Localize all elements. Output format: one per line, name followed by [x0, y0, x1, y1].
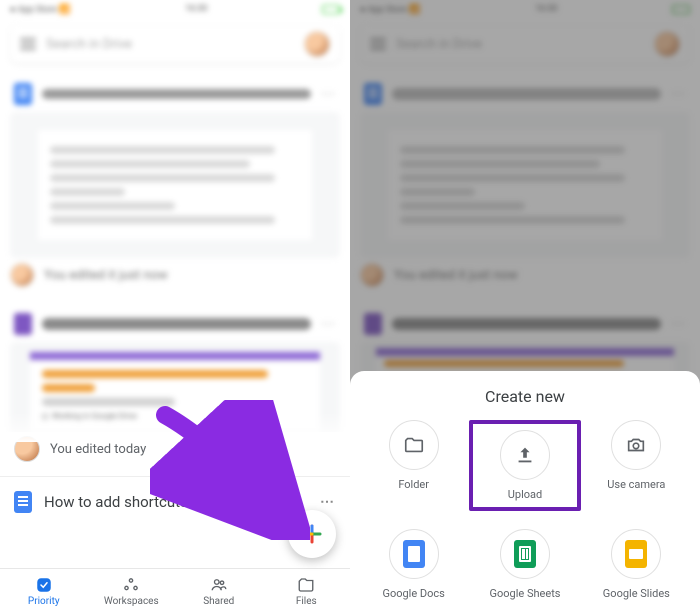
camera-icon: [625, 434, 647, 456]
bottom-tab-bar: Priority Workspaces Shared Files: [0, 568, 350, 614]
docs-icon: [14, 491, 32, 513]
doc-thumbnail[interactable]: [10, 112, 340, 258]
shared-icon: [209, 576, 229, 594]
docs-icon: [14, 83, 32, 105]
plus-icon: [300, 522, 324, 546]
option-google-slides[interactable]: Google Slides: [581, 529, 692, 600]
more-icon[interactable]: ⋯: [321, 316, 336, 332]
create-fab[interactable]: [288, 510, 336, 558]
forms-icon: [14, 313, 32, 335]
create-new-sheet: Create new Folder Upload: [350, 371, 700, 614]
activity-row: You edited it just now: [10, 258, 340, 292]
google-sheets-icon: [514, 540, 536, 568]
sheet-title: Create new: [358, 387, 692, 406]
workspaces-icon: [121, 576, 141, 594]
priority-icon: [34, 576, 54, 594]
search-bar[interactable]: Search in Drive: [10, 25, 340, 63]
status-bar: ● App Store 📶16:30: [0, 0, 350, 18]
menu-icon[interactable]: [20, 38, 36, 50]
google-docs-icon: [403, 540, 425, 568]
option-folder[interactable]: Folder: [358, 420, 469, 511]
tab-priority[interactable]: Priority: [0, 569, 88, 614]
screenshot-after: ● App Store 📶16:30 Search in Drive ⋯: [350, 0, 700, 614]
account-avatar[interactable]: [304, 31, 330, 57]
files-icon: [296, 576, 316, 594]
more-icon[interactable]: ⋯: [321, 86, 336, 102]
google-slides-icon: [625, 540, 647, 568]
tab-files[interactable]: Files: [263, 569, 351, 614]
file-row-form[interactable]: ⋯: [10, 310, 340, 338]
upload-icon: [514, 444, 536, 466]
tab-shared[interactable]: Shared: [175, 569, 263, 614]
option-google-sheets[interactable]: Google Sheets: [469, 529, 580, 600]
option-upload[interactable]: Upload: [469, 420, 580, 511]
file-row[interactable]: ⋯: [10, 80, 340, 108]
search-placeholder: Search in Drive: [46, 37, 294, 52]
more-icon[interactable]: ⋯: [320, 494, 336, 510]
option-camera[interactable]: Use camera: [581, 420, 692, 511]
option-google-docs[interactable]: Google Docs: [358, 529, 469, 600]
tab-workspaces[interactable]: Workspaces: [88, 569, 176, 614]
folder-icon: [403, 434, 425, 456]
screenshot-before: ● App Store 📶16:30 Search in Drive ⋯: [0, 0, 350, 614]
